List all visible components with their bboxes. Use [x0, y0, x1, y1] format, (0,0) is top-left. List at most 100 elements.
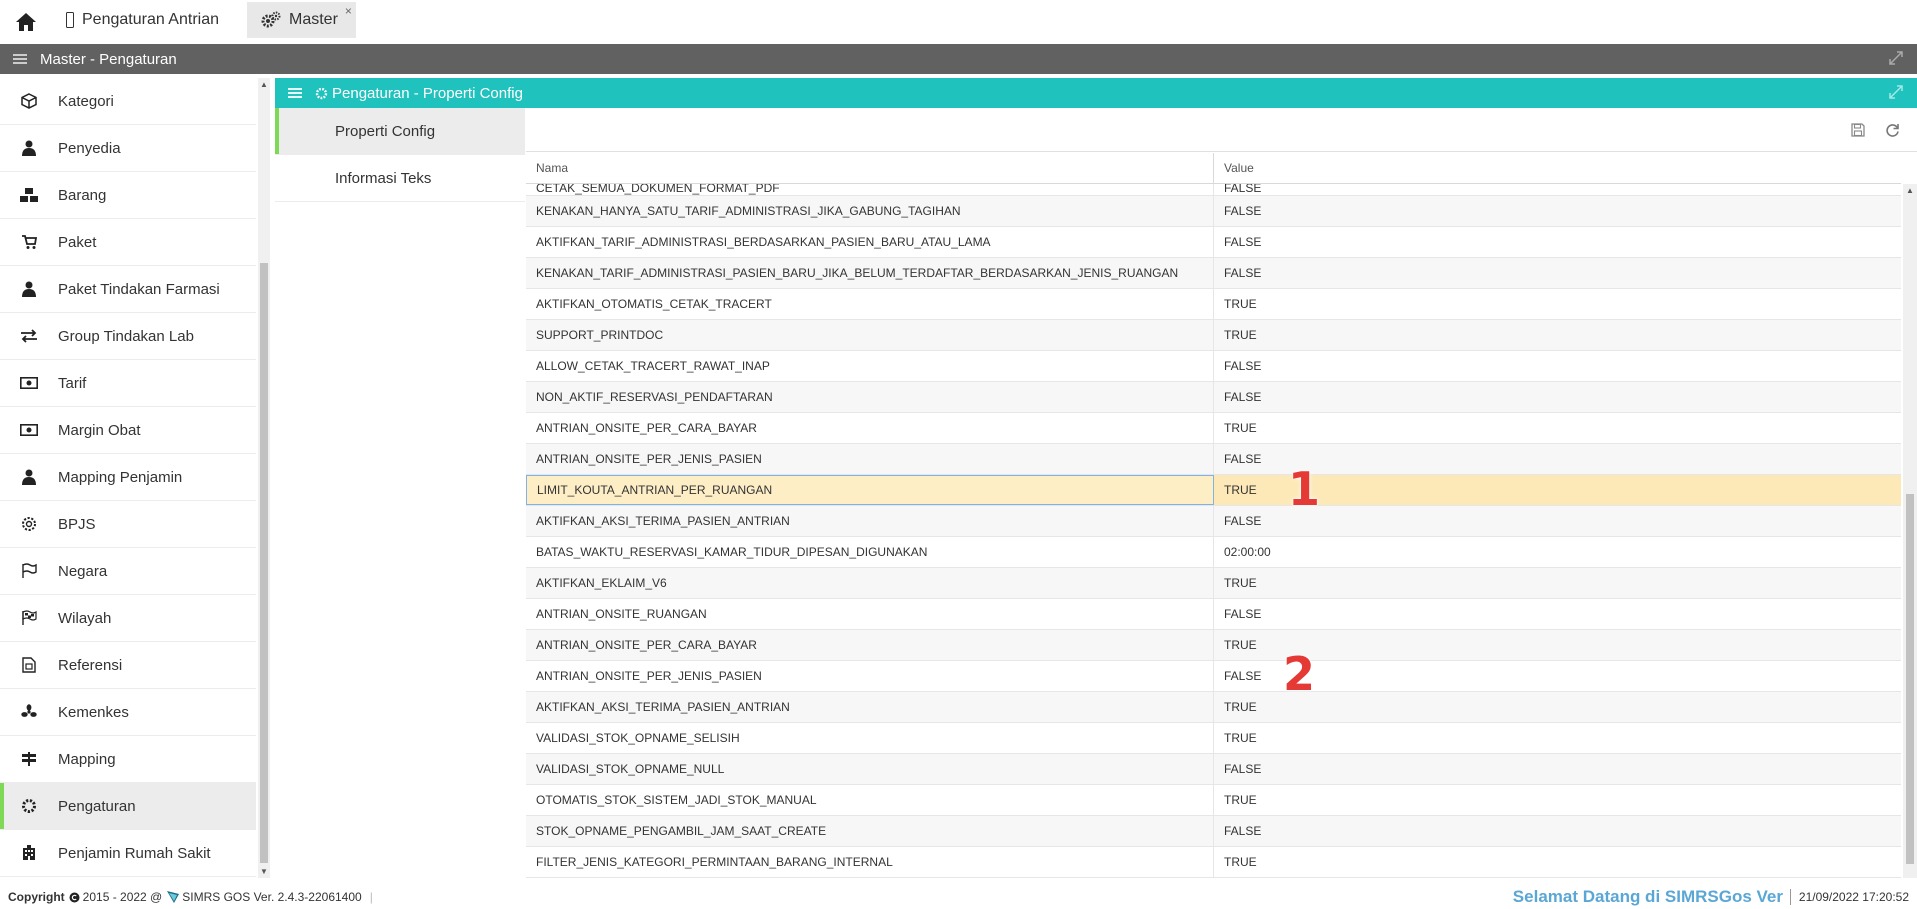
- table-row[interactable]: ANTRIAN_ONSITE_RUANGAN FALSE: [526, 599, 1901, 630]
- sidebar-item-tarif[interactable]: Tarif: [0, 360, 256, 407]
- table-row[interactable]: ANTRIAN_ONSITE_PER_CARA_BAYAR TRUE: [526, 413, 1901, 444]
- cell-value[interactable]: FALSE: [1214, 816, 1901, 846]
- cell-value[interactable]: TRUE: [1214, 289, 1901, 319]
- cell-nama[interactable]: LIMIT_KOUTA_ANTRIAN_PER_RUANGAN: [526, 475, 1214, 505]
- cell-nama[interactable]: AKTIFKAN_AKSI_TERIMA_PASIEN_ANTRIAN: [526, 506, 1214, 536]
- table-row[interactable]: AKTIFKAN_AKSI_TERIMA_PASIEN_ANTRIAN FALSE: [526, 506, 1901, 537]
- sidebar-item-paket-tindakan-farmasi[interactable]: Paket Tindakan Farmasi: [0, 266, 256, 313]
- cell-value[interactable]: 02:00:00: [1214, 537, 1901, 567]
- sidebar-item-mapping[interactable]: Mapping: [0, 736, 256, 783]
- home-button[interactable]: [0, 0, 52, 44]
- table-row[interactable]: VALIDASI_STOK_OPNAME_SELISIH TRUE: [526, 723, 1901, 754]
- cell-value[interactable]: FALSE: [1214, 661, 1901, 691]
- expand-icon[interactable]: [1889, 51, 1903, 69]
- table-row[interactable]: VALIDASI_STOK_OPNAME_NULL FALSE: [526, 754, 1901, 785]
- scroll-thumb[interactable]: [1906, 494, 1914, 864]
- column-header-nama[interactable]: Nama: [526, 153, 1214, 183]
- table-row[interactable]: FILTER_JENIS_KATEGORI_PERMINTAAN_BARANG_…: [526, 847, 1901, 878]
- cell-nama[interactable]: ANTRIAN_ONSITE_RUANGAN: [526, 599, 1214, 629]
- table-row[interactable]: NON_AKTIF_RESERVASI_PENDAFTARAN FALSE: [526, 382, 1901, 413]
- refresh-button[interactable]: [1882, 120, 1902, 140]
- sidebar-item-kemenkes[interactable]: Kemenkes: [0, 689, 256, 736]
- cell-value[interactable]: FALSE: [1214, 754, 1901, 784]
- scroll-down-icon[interactable]: ▼: [260, 867, 268, 876]
- sidebar-item-mapping-penjamin[interactable]: Mapping Penjamin: [0, 454, 256, 501]
- table-row[interactable]: AKTIFKAN_EKLAIM_V6 TRUE: [526, 568, 1901, 599]
- scroll-thumb[interactable]: [260, 263, 268, 863]
- cell-nama[interactable]: ALLOW_CETAK_TRACERT_RAWAT_INAP: [526, 351, 1214, 381]
- expand-icon[interactable]: [1889, 85, 1903, 103]
- cell-nama[interactable]: BATAS_WAKTU_RESERVASI_KAMAR_TIDUR_DIPESA…: [526, 537, 1214, 567]
- cell-nama[interactable]: VALIDASI_STOK_OPNAME_NULL: [526, 754, 1214, 784]
- cell-nama[interactable]: STOK_OPNAME_PENGAMBIL_JAM_SAAT_CREATE: [526, 816, 1214, 846]
- cell-value[interactable]: FALSE: [1214, 351, 1901, 381]
- sidebar-item-bpjs[interactable]: BPJS: [0, 501, 256, 548]
- sidebar-item-penyedia[interactable]: Penyedia: [0, 125, 256, 172]
- cell-value[interactable]: FALSE: [1214, 184, 1901, 195]
- cell-value[interactable]: TRUE: [1214, 568, 1901, 598]
- save-button[interactable]: [1848, 120, 1868, 140]
- tab-master[interactable]: Master ×: [247, 2, 356, 38]
- cell-nama[interactable]: NON_AKTIF_RESERVASI_PENDAFTARAN: [526, 382, 1214, 412]
- table-row[interactable]: SUPPORT_PRINTDOC TRUE: [526, 320, 1901, 351]
- sidebar-item-paket[interactable]: Paket: [0, 219, 256, 266]
- sidebar-item-group-tindakan-lab[interactable]: Group Tindakan Lab: [0, 313, 256, 360]
- table-row[interactable]: ALLOW_CETAK_TRACERT_RAWAT_INAP FALSE: [526, 351, 1901, 382]
- cell-nama[interactable]: KENAKAN_TARIF_ADMINISTRASI_PASIEN_BARU_J…: [526, 258, 1214, 288]
- column-header-value[interactable]: Value: [1214, 153, 1901, 183]
- cell-nama[interactable]: KENAKAN_HANYA_SATU_TARIF_ADMINISTRASI_JI…: [526, 196, 1214, 226]
- table-row[interactable]: OTOMATIS_STOK_SISTEM_JADI_STOK_MANUAL TRU…: [526, 785, 1901, 816]
- sidebar-item-pengaturan[interactable]: Pengaturan: [0, 783, 256, 830]
- table-row[interactable]: ANTRIAN_ONSITE_PER_JENIS_PASIEN FALSE: [526, 661, 1901, 692]
- table-row[interactable]: ANTRIAN_ONSITE_PER_JENIS_PASIEN FALSE: [526, 444, 1901, 475]
- cell-nama[interactable]: VALIDASI_STOK_OPNAME_SELISIH: [526, 723, 1214, 753]
- cell-value[interactable]: TRUE: [1214, 320, 1901, 350]
- sidebar-item-barang[interactable]: Barang: [0, 172, 256, 219]
- sidebar-item-referensi[interactable]: Referensi: [0, 642, 256, 689]
- cell-nama[interactable]: AKTIFKAN_OTOMATIS_CETAK_TRACERT: [526, 289, 1214, 319]
- grid-scrollbar[interactable]: ▲: [1903, 184, 1917, 878]
- sidebar-item-penjamin-rumah-sakit[interactable]: Penjamin Rumah Sakit: [0, 830, 256, 877]
- cell-nama[interactable]: AKTIFKAN_EKLAIM_V6: [526, 568, 1214, 598]
- sidebar-item-wilayah[interactable]: Wilayah: [0, 595, 256, 642]
- table-row[interactable]: CETAK_SEMUA_DOKUMEN_FORMAT_PDF FALSE: [526, 184, 1901, 196]
- cell-nama[interactable]: ANTRIAN_ONSITE_PER_JENIS_PASIEN: [526, 661, 1214, 691]
- sidebar-item-negara[interactable]: Negara: [0, 548, 256, 595]
- subnav-item-informasi-teks[interactable]: Informasi Teks: [275, 155, 525, 202]
- cell-nama[interactable]: ANTRIAN_ONSITE_PER_CARA_BAYAR: [526, 630, 1214, 660]
- cell-nama[interactable]: SUPPORT_PRINTDOC: [526, 320, 1214, 350]
- table-row[interactable]: AKTIFKAN_TARIF_ADMINISTRASI_BERDASARKAN_…: [526, 227, 1901, 258]
- cell-nama[interactable]: CETAK_SEMUA_DOKUMEN_FORMAT_PDF: [526, 184, 1214, 195]
- cell-value[interactable]: FALSE: [1214, 196, 1901, 226]
- cell-nama[interactable]: AKTIFKAN_AKSI_TERIMA_PASIEN_ANTRIAN: [526, 692, 1214, 722]
- cell-value[interactable]: TRUE: [1214, 723, 1901, 753]
- cell-value[interactable]: TRUE: [1214, 847, 1901, 877]
- table-row[interactable]: AKTIFKAN_OTOMATIS_CETAK_TRACERT TRUE: [526, 289, 1901, 320]
- sidebar-item-kategori[interactable]: Kategori: [0, 78, 256, 125]
- close-icon[interactable]: ×: [345, 4, 352, 18]
- cell-value[interactable]: FALSE: [1214, 382, 1901, 412]
- sidebar-item-margin-obat[interactable]: Margin Obat: [0, 407, 256, 454]
- cell-value[interactable]: TRUE: [1214, 692, 1901, 722]
- scroll-up-icon[interactable]: ▲: [1906, 186, 1914, 195]
- cell-nama[interactable]: FILTER_JENIS_KATEGORI_PERMINTAAN_BARANG_…: [526, 847, 1214, 877]
- hamburger-menu-icon[interactable]: [275, 88, 315, 98]
- table-row[interactable]: BATAS_WAKTU_RESERVASI_KAMAR_TIDUR_DIPESA…: [526, 537, 1901, 568]
- table-row[interactable]: AKTIFKAN_AKSI_TERIMA_PASIEN_ANTRIAN TRUE: [526, 692, 1901, 723]
- cell-nama[interactable]: ANTRIAN_ONSITE_PER_JENIS_PASIEN: [526, 444, 1214, 474]
- cell-value[interactable]: TRUE: [1214, 785, 1901, 815]
- cell-value[interactable]: TRUE: [1214, 413, 1901, 443]
- cell-value[interactable]: FALSE: [1214, 227, 1901, 257]
- cell-value[interactable]: FALSE: [1214, 599, 1901, 629]
- scroll-up-icon[interactable]: ▲: [260, 80, 268, 89]
- table-row[interactable]: KENAKAN_HANYA_SATU_TARIF_ADMINISTRASI_JI…: [526, 196, 1901, 227]
- sidebar-scrollbar[interactable]: ▲ ▼: [258, 78, 270, 878]
- table-row[interactable]: ANTRIAN_ONSITE_PER_CARA_BAYAR TRUE: [526, 630, 1901, 661]
- table-row[interactable]: LIMIT_KOUTA_ANTRIAN_PER_RUANGAN TRUE: [526, 475, 1901, 506]
- tab-pengaturan-antrian[interactable]: Pengaturan Antrian: [52, 2, 237, 38]
- cell-nama[interactable]: ANTRIAN_ONSITE_PER_CARA_BAYAR: [526, 413, 1214, 443]
- cell-nama[interactable]: OTOMATIS_STOK_SISTEM_JADI_STOK_MANUAL: [526, 785, 1214, 815]
- hamburger-menu-icon[interactable]: [0, 54, 40, 64]
- table-row[interactable]: STOK_OPNAME_PENGAMBIL_JAM_SAAT_CREATE FAL…: [526, 816, 1901, 847]
- cell-value[interactable]: FALSE: [1214, 258, 1901, 288]
